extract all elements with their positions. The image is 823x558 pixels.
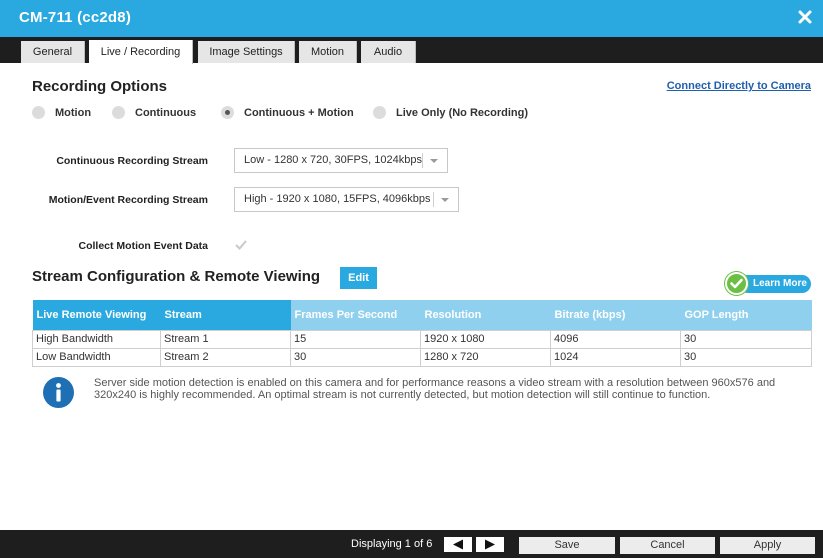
column-header: Stream [160,300,291,330]
tab-image-settings[interactable]: Image Settings [198,41,295,63]
table-cell: 1024 [550,347,681,367]
column-header: Bitrate (kbps) [550,300,681,330]
column-header: GOP Length [680,300,812,330]
select-divider [422,153,423,168]
window-title: CM-711 (cc2d8) [19,9,132,26]
triangle-right-icon [485,539,495,550]
connect-directly-link[interactable]: Connect Directly to Camera [667,80,811,92]
tab-audio[interactable]: Audio [361,41,416,63]
radio-motion[interactable]: Motion [32,106,91,119]
window-titlebar: CM-711 (cc2d8) [0,0,823,37]
column-header: Live Remote Viewing [32,300,161,330]
footer-bar: Displaying 1 of 6 Save Cancel Apply [0,530,823,558]
table-row: Low Bandwidth Stream 2 30 1280 x 720 102… [32,347,812,367]
tab-bar: General Live / Recording Image Settings … [0,37,823,64]
radio-continuous[interactable]: Continuous [112,106,196,119]
recording-options-title: Recording Options [32,78,167,95]
info-message: Server side motion detection is enabled … [94,377,776,401]
column-header: Frames Per Second [290,300,421,330]
info-icon [43,377,74,408]
tab-motion[interactable]: Motion [299,41,357,63]
column-header: Resolution [420,300,551,330]
radio-dot [32,106,45,119]
radio-dot-selected [221,106,234,119]
radio-label: Live Only (No Recording) [396,106,529,119]
chevron-down-icon [441,198,449,202]
radio-dot [373,106,386,119]
table-cell: 30 [680,329,812,349]
motion-stream-value: High - 1920 x 1080, 15FPS, 4096kbps [244,193,431,205]
stream-config-title: Stream Configuration & Remote Viewing [32,268,321,285]
collect-motion-label: Collect Motion Event Data [78,240,208,252]
table-cell: 1280 x 720 [420,347,551,367]
continuous-stream-label: Continuous Recording Stream [56,155,208,167]
chevron-down-icon [430,159,438,163]
edit-button[interactable]: Edit [340,267,377,289]
table-cell: Low Bandwidth [32,347,161,367]
select-divider [433,192,434,207]
table-row: High Bandwidth Stream 1 15 1920 x 1080 4… [32,329,812,349]
stream-table: Live Remote Viewing Stream Frames Per Se… [32,300,812,367]
radio-live-only[interactable]: Live Only (No Recording) [373,106,528,119]
next-page-button[interactable] [476,537,504,552]
table-cell: 4096 [550,329,681,349]
radio-continuous-motion[interactable]: Continuous + Motion [221,106,354,119]
table-cell: 15 [290,329,421,349]
apply-button[interactable]: Apply [720,537,815,554]
pagination-status: Displaying 1 of 6 [351,538,433,550]
check-icon [235,240,247,250]
table-cell: 30 [290,347,421,367]
motion-stream-label: Motion/Event Recording Stream [48,194,208,206]
table-cell: 30 [680,347,812,367]
save-button[interactable]: Save [519,537,615,554]
tab-live-recording[interactable]: Live / Recording [89,40,193,64]
tab-general[interactable]: General [21,41,85,63]
table-cell: Stream 2 [160,347,291,367]
radio-label: Continuous [135,106,197,119]
table-cell: 1920 x 1080 [420,329,551,349]
check-circle-icon [725,272,748,295]
triangle-left-icon [453,539,463,550]
learn-more-label: Learn More [739,275,811,293]
continuous-stream-select[interactable]: Low - 1280 x 720, 30FPS, 1024kbps [234,148,448,173]
cancel-button[interactable]: Cancel [620,537,715,554]
close-icon[interactable] [797,9,813,25]
radio-label: Motion [55,106,92,119]
radio-label: Continuous + Motion [244,106,354,119]
continuous-stream-value: Low - 1280 x 720, 30FPS, 1024kbps [244,154,422,166]
radio-dot [112,106,125,119]
table-header-row: Live Remote Viewing Stream Frames Per Se… [32,300,812,330]
table-cell: High Bandwidth [32,329,161,349]
prev-page-button[interactable] [444,537,472,552]
collect-motion-checkbox[interactable] [234,238,248,252]
table-cell: Stream 1 [160,329,291,349]
motion-stream-select[interactable]: High - 1920 x 1080, 15FPS, 4096kbps [234,187,459,212]
